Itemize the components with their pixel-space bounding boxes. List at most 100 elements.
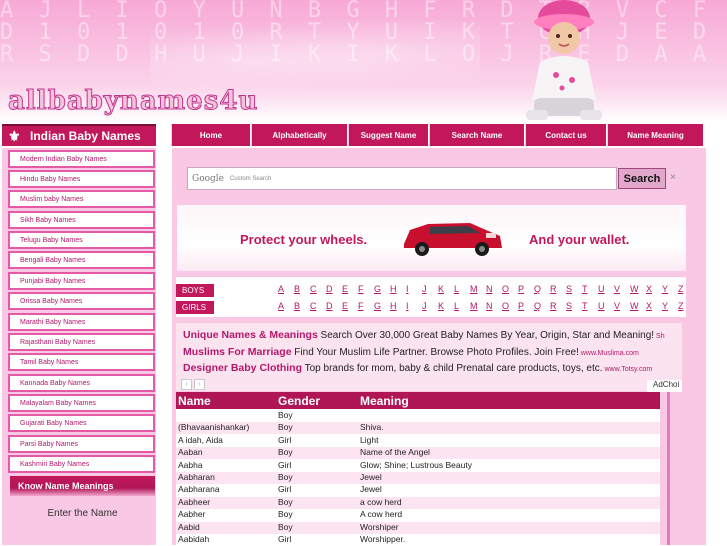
cell-name[interactable]: Aabheer: [178, 497, 210, 507]
boys-letter-i[interactable]: I: [406, 284, 409, 294]
boys-letter-w[interactable]: W: [630, 284, 639, 294]
girls-letter-w[interactable]: W: [630, 301, 639, 311]
boys-letter-g[interactable]: G: [374, 284, 381, 294]
cell-name[interactable]: Aabher: [178, 509, 205, 519]
ad-prev-icon[interactable]: ‹: [181, 379, 192, 390]
girls-letter-y[interactable]: Y: [662, 301, 668, 311]
cell-gender: Girl: [278, 434, 292, 445]
girls-letter-z[interactable]: Z: [678, 301, 684, 311]
table-row: Aabher Boy A cow herd: [176, 509, 660, 521]
boys-letter-b[interactable]: B: [294, 284, 300, 294]
cell-name[interactable]: A idah, Aida: [178, 435, 223, 445]
sidebar-item-malayalam[interactable]: Malayalam Baby Names: [8, 394, 155, 412]
sidebar-item-parsi[interactable]: Parsi Baby Names: [8, 435, 155, 453]
boys-letter-k[interactable]: K: [438, 284, 444, 294]
cell-name[interactable]: Aaban: [178, 447, 203, 457]
site-logo[interactable]: allbabynames4u: [7, 86, 258, 117]
close-icon[interactable]: ×: [670, 172, 676, 183]
boys-letter-j[interactable]: J: [422, 284, 427, 294]
sidebar-item-orissa[interactable]: Orissa Baby Names: [8, 292, 155, 310]
ad-next-icon[interactable]: ›: [194, 379, 205, 390]
boys-letter-s[interactable]: S: [566, 284, 572, 294]
girls-letter-i[interactable]: I: [406, 301, 409, 311]
girls-letter-x[interactable]: X: [646, 301, 652, 311]
cell-meaning: a cow herd: [360, 496, 402, 507]
sidebar-item-muslim[interactable]: Muslim baby Names: [8, 190, 155, 208]
boys-letter-o[interactable]: O: [502, 284, 509, 294]
boys-letter-u[interactable]: U: [598, 284, 605, 294]
girls-letter-n[interactable]: N: [486, 301, 493, 311]
nav-alphabetically[interactable]: Alphabetically: [251, 124, 347, 146]
text-ad-2[interactable]: Muslims For Marriage Find Your Muslim Li…: [183, 346, 639, 358]
boys-letter-q[interactable]: Q: [534, 284, 541, 294]
sidebar-item-marathi[interactable]: Marathi Baby Names: [8, 313, 155, 331]
sidebar-item-tamil[interactable]: Tamil Baby Names: [8, 353, 155, 371]
girls-letter-b[interactable]: B: [294, 301, 300, 311]
girls-letter-v[interactable]: V: [614, 301, 620, 311]
nav-search-name[interactable]: Search Name: [429, 124, 524, 146]
girls-letter-p[interactable]: P: [518, 301, 524, 311]
search-input[interactable]: Google Custom Search: [187, 167, 617, 190]
boys-letter-r[interactable]: R: [550, 284, 557, 294]
boys-letter-h[interactable]: H: [390, 284, 397, 294]
sidebar-item-sikh[interactable]: Sikh Baby Names: [8, 211, 155, 229]
girls-letter-g[interactable]: G: [374, 301, 381, 311]
girls-letter-q[interactable]: Q: [534, 301, 541, 311]
girls-letter-h[interactable]: H: [390, 301, 397, 311]
girls-letter-d[interactable]: D: [326, 301, 333, 311]
cell-name[interactable]: (Bhavaanishankar): [178, 422, 249, 432]
girls-letter-u[interactable]: U: [598, 301, 605, 311]
sidebar-item-punjabi[interactable]: Punjabi Baby Names: [8, 272, 155, 290]
sidebar-item-gujarati[interactable]: Gujarati Baby Names: [8, 414, 155, 432]
girls-letter-m[interactable]: M: [470, 301, 478, 311]
sidebar-item-telugu[interactable]: Telugu Baby Names: [8, 231, 155, 249]
alphabet-panel: [176, 277, 686, 317]
boys-letter-l[interactable]: L: [454, 284, 459, 294]
girls-letter-f[interactable]: F: [358, 301, 364, 311]
girls-letter-l[interactable]: L: [454, 301, 459, 311]
girls-letter-e[interactable]: E: [342, 301, 348, 311]
sidebar-item-kashmiri[interactable]: Kashmiri Baby Names: [8, 455, 155, 473]
sidebar-item-modern-indian[interactable]: Modern Indian Baby Names: [8, 150, 155, 168]
text-ad-1[interactable]: Unique Names & Meanings Search Over 30,0…: [183, 329, 665, 341]
girls-letter-c[interactable]: C: [310, 301, 317, 311]
text-ad-3[interactable]: Designer Baby Clothing Top brands for mo…: [183, 362, 652, 374]
cell-name[interactable]: Aabharana: [178, 484, 220, 494]
search-button[interactable]: Search: [618, 168, 666, 189]
boys-letter-a[interactable]: A: [278, 284, 284, 294]
girls-letter-s[interactable]: S: [566, 301, 572, 311]
girls-letter-j[interactable]: J: [422, 301, 427, 311]
girls-letter-o[interactable]: O: [502, 301, 509, 311]
boys-letter-d[interactable]: D: [326, 284, 333, 294]
boys-letter-v[interactable]: V: [614, 284, 620, 294]
boys-letter-f[interactable]: F: [358, 284, 364, 294]
boys-letter-x[interactable]: X: [646, 284, 652, 294]
boys-letter-m[interactable]: M: [470, 284, 478, 294]
sidebar-item-bengali[interactable]: Bengali Baby Names: [8, 251, 155, 269]
girls-letter-t[interactable]: T: [582, 301, 588, 311]
cell-gender: Boy: [278, 509, 293, 520]
cell-name[interactable]: Aabharan: [178, 472, 215, 482]
girls-letter-a[interactable]: A: [278, 301, 284, 311]
cell-name[interactable]: Aabha: [178, 460, 203, 470]
boys-letter-z[interactable]: Z: [678, 284, 684, 294]
sidebar-item-kannada[interactable]: Kannada Baby Names: [8, 374, 155, 392]
boys-letter-t[interactable]: T: [582, 284, 588, 294]
nav-home[interactable]: Home: [171, 124, 250, 146]
boys-letter-c[interactable]: C: [310, 284, 317, 294]
cell-name[interactable]: Aabid: [178, 522, 200, 532]
cell-gender: Boy: [278, 422, 293, 433]
sidebar-item-rajasthani[interactable]: Rajasthani Baby Names: [8, 333, 155, 351]
boys-letter-y[interactable]: Y: [662, 284, 668, 294]
nav-suggest-name[interactable]: Suggest Name: [348, 124, 428, 146]
boys-letter-n[interactable]: N: [486, 284, 493, 294]
nav-name-meaning[interactable]: Name Meaning: [607, 124, 703, 146]
cell-name[interactable]: Aabidah: [178, 534, 209, 544]
adchoices-label[interactable]: AdChoi: [647, 380, 682, 392]
boys-letter-p[interactable]: P: [518, 284, 524, 294]
girls-letter-r[interactable]: R: [550, 301, 557, 311]
nav-contact-us[interactable]: Contact us: [525, 124, 606, 146]
sidebar-item-hindu[interactable]: Hindu Baby Names: [8, 170, 155, 188]
boys-letter-e[interactable]: E: [342, 284, 348, 294]
girls-letter-k[interactable]: K: [438, 301, 444, 311]
